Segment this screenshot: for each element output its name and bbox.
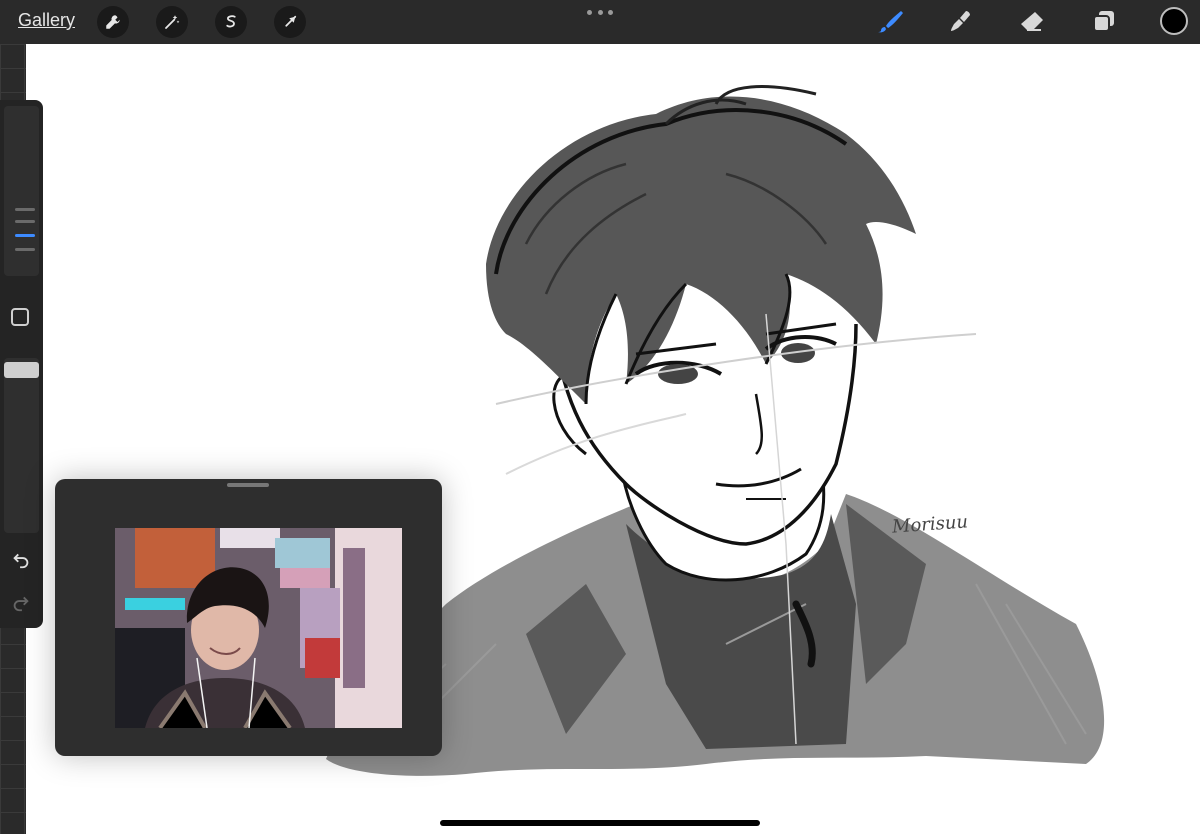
gallery-link[interactable]: Gallery: [18, 10, 75, 31]
square-modify-icon[interactable]: [11, 308, 29, 326]
transform-arrow-icon[interactable]: [274, 6, 306, 38]
video-overlay-panel[interactable]: [55, 479, 442, 756]
top-toolbar: Gallery: [0, 0, 1200, 44]
brush-size-slider[interactable]: [4, 106, 39, 276]
eraser-icon[interactable]: [1016, 6, 1048, 38]
redo-icon[interactable]: [10, 591, 32, 613]
undo-icon[interactable]: [10, 548, 32, 570]
opacity-slider[interactable]: [4, 358, 39, 533]
more-options-icon[interactable]: [587, 6, 613, 18]
wrench-icon[interactable]: [97, 6, 129, 38]
magic-wand-icon[interactable]: [156, 6, 188, 38]
home-indicator[interactable]: [440, 820, 760, 826]
layers-icon[interactable]: [1088, 6, 1120, 38]
smudge-icon[interactable]: [945, 6, 977, 38]
brush-icon[interactable]: [875, 6, 907, 38]
selection-icon[interactable]: [215, 6, 247, 38]
color-picker-swatch[interactable]: [1160, 7, 1188, 35]
drag-handle[interactable]: [227, 483, 269, 487]
left-sidebar: [0, 100, 43, 628]
opacity-slider-thumb[interactable]: [4, 362, 39, 378]
webcam-feed: [115, 528, 402, 728]
